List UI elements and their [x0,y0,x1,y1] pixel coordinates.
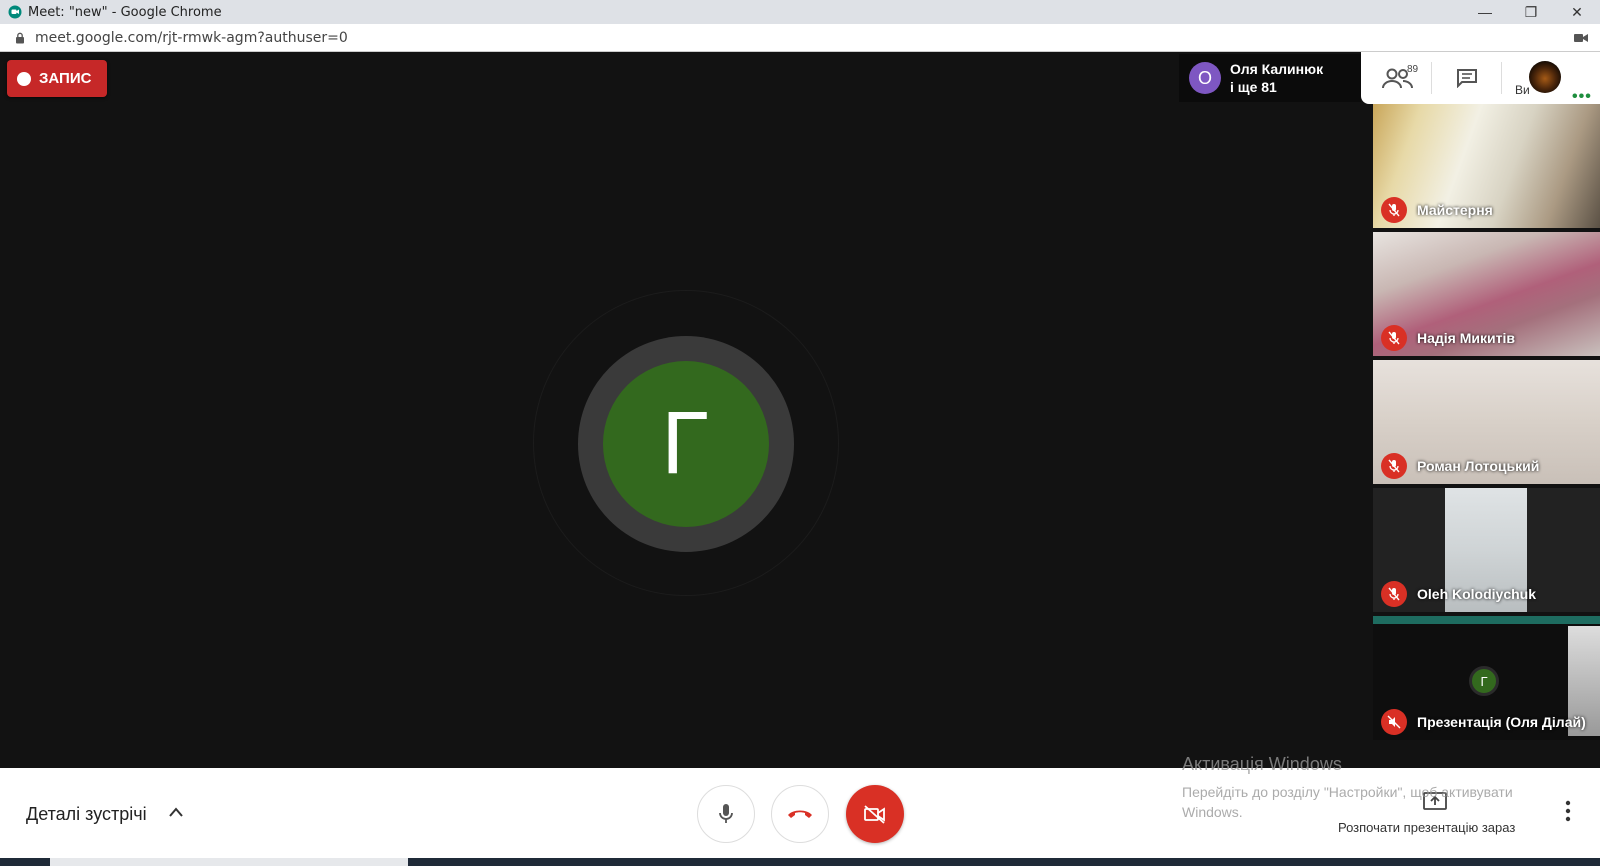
main-speaker-avatar: Г [603,361,769,527]
tile-name: Роман Лотоцький [1417,458,1540,474]
top-right-panel: 89 Ви ••• [1361,52,1600,105]
microphone-icon [719,804,733,823]
windows-taskbar [0,858,1600,866]
recording-badge: ЗАПИС [7,60,107,97]
mic-off-icon [1381,325,1407,351]
window-title: Meet: "new" - Google Chrome [28,4,222,20]
presentation-avatar: Г [1469,666,1499,696]
camera-in-use-icon[interactable] [1574,32,1588,44]
microphone-button[interactable] [697,785,755,843]
present-now-button[interactable]: Розпочати презентацію зараз [1338,820,1515,835]
taskbar-item[interactable] [50,858,408,866]
tile-name: Надія Микитів [1417,330,1515,346]
restore-button[interactable]: ❐ [1508,0,1554,24]
chip-avatar: O [1189,62,1221,94]
mic-off-icon [1381,453,1407,479]
camera-off-button[interactable] [846,785,904,843]
address-bar[interactable]: meet.google.com/rjt-rmwk-agm?authuser=0 [0,24,1600,52]
participant-tile[interactable]: Г Презентація (Оля Ділай) [1373,616,1600,740]
divider [1501,62,1502,94]
self-video-thumbnail[interactable] [1529,61,1561,93]
chevron-up-icon[interactable] [168,806,184,818]
browser-titlebar: Meet: "new" - Google Chrome — ❐ ✕ [0,0,1600,24]
mic-off-icon [1381,197,1407,223]
participant-tile[interactable]: Роман Лотоцький [1373,360,1600,484]
minimize-button[interactable]: — [1462,0,1508,24]
participant-tile[interactable]: Oleh Kolodiychuk [1373,488,1600,612]
windows-activation-text: Перейдіть до розділу "Настройки", щоб ак… [1182,784,1513,820]
leave-call-button[interactable] [771,785,829,843]
chat-icon[interactable] [1456,68,1478,88]
chip-more: і ще 81 [1230,79,1277,95]
lock-icon [16,32,24,43]
hang-up-icon [788,810,812,818]
divider [1431,62,1432,94]
tile-name: Майстерня [1417,202,1493,218]
close-window-button[interactable]: ✕ [1554,0,1600,24]
self-label: Ви [1515,83,1530,97]
meet-favicon-icon [8,5,22,19]
record-dot-icon [17,71,31,86]
presentation-strip [1373,616,1600,624]
url-text[interactable]: meet.google.com/rjt-rmwk-agm?authuser=0 [35,30,348,46]
camera-off-icon [864,805,885,824]
windows-activation-title: Активація Windows [1182,754,1342,774]
participants-chip[interactable]: O Оля Калинюк і ще 81 [1179,54,1361,102]
people-count: 89 [1407,64,1419,75]
mic-off-icon [1381,581,1407,607]
recording-label: ЗАПИС [39,70,92,87]
participant-tile[interactable]: Надія Микитів [1373,232,1600,356]
tile-name: Oleh Kolodiychuk [1417,586,1537,602]
meeting-stage: ЗАПИС Г O Оля Калинюк і ще 81 [0,52,1600,768]
participant-tile[interactable]: Майстерня [1373,104,1600,228]
more-options-icon[interactable] [1560,798,1576,824]
meeting-details-button[interactable]: Деталі зустрічі [26,804,147,825]
tile-name: Презентація (Оля Ділай) [1417,714,1586,730]
chip-name: Оля Калинюк [1230,61,1324,77]
speaker-muted-icon [1381,709,1407,735]
